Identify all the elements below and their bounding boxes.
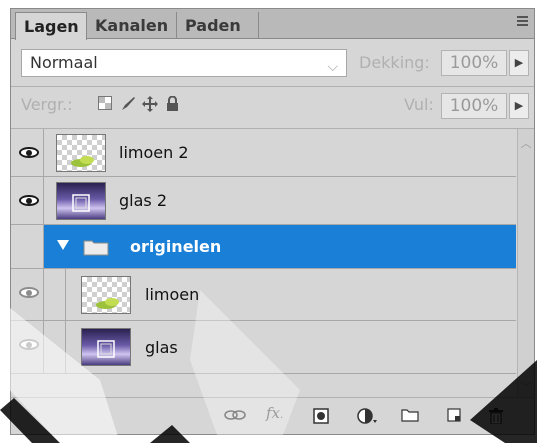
- fill-input[interactable]: 100%: [441, 93, 507, 119]
- eye-icon: [19, 287, 39, 298]
- visibility-toggle[interactable]: [11, 225, 44, 268]
- fx-icon[interactable]: fx.: [266, 404, 283, 422]
- eye-icon: [19, 339, 39, 350]
- layer-row-glas-2[interactable]: glas 2: [11, 177, 516, 225]
- lock-paint-icon[interactable]: [120, 96, 136, 117]
- chevron-down-icon: ⌵: [327, 59, 338, 75]
- scroll-up-icon[interactable]: ︿: [520, 135, 532, 150]
- layer-scrollbar[interactable]: ︿ ﹀: [517, 129, 534, 397]
- visibility-toggle[interactable]: [11, 269, 44, 320]
- tab-lagen[interactable]: Lagen: [15, 12, 87, 40]
- panel-menu-icon[interactable]: [514, 14, 528, 26]
- layer-row-limoen-2[interactable]: limoen 2: [11, 129, 516, 177]
- folder-icon[interactable]: [401, 408, 419, 426]
- eye-icon: [19, 147, 39, 158]
- lock-transparency-icon[interactable]: [98, 96, 112, 115]
- visibility-toggle[interactable]: [11, 129, 44, 176]
- eye-icon: [19, 195, 39, 206]
- lock-move-icon[interactable]: [142, 96, 158, 117]
- trash-icon[interactable]: [489, 408, 503, 426]
- layer-row-glas[interactable]: glas: [11, 321, 516, 374]
- fill-slider-arrow[interactable]: ▶: [509, 93, 529, 119]
- new-layer-icon[interactable]: [447, 408, 461, 426]
- tab-paden[interactable]: Paden: [177, 12, 259, 39]
- layer-name: limoen: [145, 285, 200, 304]
- fill-label: Vul:: [404, 95, 434, 114]
- layer-thumbnail: [56, 182, 106, 220]
- layer-thumbnail: [81, 328, 131, 366]
- layer-name: glas: [145, 338, 178, 357]
- lock-all-icon[interactable]: [166, 95, 179, 116]
- expand-triangle-icon[interactable]: [56, 238, 70, 256]
- link-icon[interactable]: [224, 408, 246, 426]
- visibility-toggle[interactable]: [11, 177, 44, 224]
- layer-thumbnail: [81, 276, 131, 314]
- adjustment-icon[interactable]: [357, 408, 377, 426]
- tab-kanalen[interactable]: Kanalen: [87, 12, 177, 39]
- divider: [11, 86, 534, 87]
- layer-list: limoen 2 glas 2 originelen limoen glas: [11, 129, 516, 374]
- folder-icon: [83, 238, 109, 261]
- opacity-label: Dekking:: [359, 53, 430, 72]
- blend-mode-value: Normaal: [30, 53, 98, 72]
- group-indent: [44, 269, 66, 320]
- tab-bar: Lagen Kanalen Paden: [11, 9, 534, 40]
- group-name: originelen: [130, 237, 222, 256]
- layers-panel: Lagen Kanalen Paden Normaal ⌵ Dekking: 1…: [10, 8, 535, 435]
- opacity-input[interactable]: 100%: [441, 50, 507, 76]
- mask-icon[interactable]: [313, 408, 329, 426]
- lock-label: Vergr.:: [21, 95, 73, 114]
- scroll-down-icon[interactable]: ﹀: [520, 379, 532, 394]
- blend-mode-select[interactable]: Normaal ⌵: [21, 49, 347, 77]
- layer-name: limoen 2: [119, 143, 189, 162]
- layer-group-originelen[interactable]: originelen: [11, 225, 516, 269]
- layer-thumbnail: [56, 134, 106, 172]
- visibility-toggle[interactable]: [11, 321, 44, 373]
- bottom-toolbar: fx.: [11, 397, 534, 434]
- opacity-slider-arrow[interactable]: ▶: [509, 50, 529, 76]
- group-indent: [44, 321, 66, 373]
- layer-name: glas 2: [119, 191, 168, 210]
- layer-row-limoen[interactable]: limoen: [11, 269, 516, 321]
